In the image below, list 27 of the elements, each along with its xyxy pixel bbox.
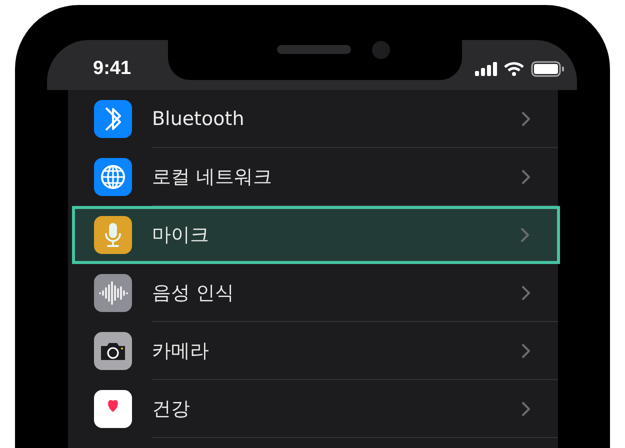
bluetooth-icon (94, 100, 132, 138)
status-time: 9:41 (93, 58, 132, 80)
globe-icon (94, 158, 132, 196)
settings-row[interactable]: 마이크 (72, 206, 560, 264)
chevron-icon (522, 170, 530, 184)
row-label: 카메라 (152, 338, 209, 364)
camera-icon (94, 332, 132, 370)
row-label: Bluetooth (152, 108, 244, 130)
chevron-icon (521, 228, 529, 242)
chevron-icon (522, 344, 530, 358)
row-label: 로컬 네트워크 (152, 164, 272, 190)
front-camera (372, 41, 390, 59)
settings-row[interactable]: 음성 인식 (68, 264, 558, 322)
settings-row[interactable]: Bluetooth (68, 90, 558, 148)
signal-icon (475, 62, 497, 76)
settings-row[interactable]: 건강 (68, 380, 558, 438)
chevron-icon (522, 112, 530, 126)
microphone-icon (94, 216, 132, 254)
settings-row[interactable]: 카메라 (68, 322, 558, 380)
wifi-icon (504, 62, 524, 76)
row-label: 마이크 (152, 223, 209, 248)
row-label: 건강 (152, 396, 190, 422)
chevron-icon (522, 286, 530, 300)
battery-icon (531, 61, 565, 77)
chevron-icon (522, 402, 530, 416)
row-label: 음성 인식 (152, 280, 234, 306)
waveform-icon (94, 274, 132, 312)
